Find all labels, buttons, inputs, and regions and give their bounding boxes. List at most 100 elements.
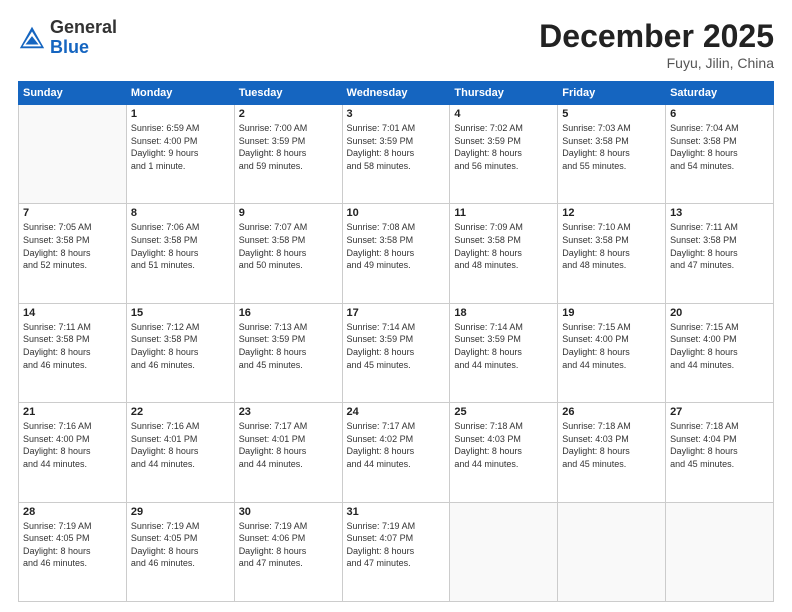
- title-block: December 2025 Fuyu, Jilin, China: [539, 18, 774, 71]
- day-info: Sunrise: 7:16 AMSunset: 4:01 PMDaylight:…: [131, 420, 230, 470]
- weekday-header-monday: Monday: [126, 82, 234, 105]
- day-cell: 8Sunrise: 7:06 AMSunset: 3:58 PMDaylight…: [126, 204, 234, 303]
- weekday-header-row: SundayMondayTuesdayWednesdayThursdayFrid…: [19, 82, 774, 105]
- day-cell: 21 Sunrise: 7:16 AMSunset: 4:00 PMDayligh…: [19, 403, 127, 502]
- day-cell: 9 Sunrise: 7:07 AMSunset: 3:58 PMDaylight…: [234, 204, 342, 303]
- calendar-table: SundayMondayTuesdayWednesdayThursdayFrid…: [18, 81, 774, 602]
- week-row-5: 28 Sunrise: 7:19 AMSunset: 4:05 PMDayligh…: [19, 502, 774, 601]
- day-cell: 23Sunrise: 7:17 AMSunset: 4:01 PMDayligh…: [234, 403, 342, 502]
- day-number: 6: [670, 108, 769, 120]
- day-info: Sunrise: 7:10 AMSunset: 3:58 PMDaylight:…: [562, 221, 661, 271]
- day-number: 30: [239, 506, 338, 518]
- day-info: Sunrise: 7:18 AMSunset: 4:04 PMDaylight:…: [670, 420, 769, 470]
- day-info: Sunrise: 7:15 AMSunset: 4:00 PMDaylight:…: [670, 321, 769, 371]
- day-info: Sunrise: 7:19 AMSunset: 4:05 PMDaylight:…: [131, 520, 230, 570]
- day-cell: [558, 502, 666, 601]
- day-number: 15: [131, 307, 230, 319]
- day-info: Sunrise: 7:09 AMSunset: 3:58 PMDaylight:…: [454, 221, 553, 271]
- day-number: 23: [239, 406, 338, 418]
- day-number: 3: [347, 108, 446, 120]
- day-cell: [666, 502, 774, 601]
- day-cell: 30 Sunrise: 7:19 AMSunset: 4:06 PMDayligh…: [234, 502, 342, 601]
- day-info: Sunrise: 7:04 AMSunset: 3:58 PMDaylight:…: [670, 122, 769, 172]
- day-cell: 7 Sunrise: 7:05 AMSunset: 3:58 PMDaylight…: [19, 204, 127, 303]
- day-number: 22: [131, 406, 230, 418]
- day-cell: 6 Sunrise: 7:04 AMSunset: 3:58 PMDaylight…: [666, 105, 774, 204]
- day-info: Sunrise: 7:18 AMSunset: 4:03 PMDaylight:…: [454, 420, 553, 470]
- day-number: 10: [347, 207, 446, 219]
- day-number: 16: [239, 307, 338, 319]
- day-info: Sunrise: 7:14 AMSunset: 3:59 PMDaylight:…: [454, 321, 553, 371]
- day-cell: 19 Sunrise: 7:15 AMSunset: 4:00 PMDayligh…: [558, 303, 666, 402]
- day-number: 14: [23, 307, 122, 319]
- day-number: 2: [239, 108, 338, 120]
- day-cell: 10Sunrise: 7:08 AMSunset: 3:58 PMDayligh…: [342, 204, 450, 303]
- month-title: December 2025: [539, 18, 774, 55]
- day-number: 28: [23, 506, 122, 518]
- day-info: Sunrise: 6:59 AMSunset: 4:00 PMDaylight:…: [131, 122, 230, 172]
- day-info: Sunrise: 7:01 AMSunset: 3:59 PMDaylight:…: [347, 122, 446, 172]
- weekday-header-sunday: Sunday: [19, 82, 127, 105]
- day-info: Sunrise: 7:02 AMSunset: 3:59 PMDaylight:…: [454, 122, 553, 172]
- day-cell: 5Sunrise: 7:03 AMSunset: 3:58 PMDaylight…: [558, 105, 666, 204]
- location: Fuyu, Jilin, China: [539, 55, 774, 71]
- day-info: Sunrise: 7:00 AMSunset: 3:59 PMDaylight:…: [239, 122, 338, 172]
- day-number: 20: [670, 307, 769, 319]
- day-number: 27: [670, 406, 769, 418]
- logo-icon: [18, 24, 46, 52]
- day-info: Sunrise: 7:05 AMSunset: 3:58 PMDaylight:…: [23, 221, 122, 271]
- weekday-header-friday: Friday: [558, 82, 666, 105]
- day-cell: 4Sunrise: 7:02 AMSunset: 3:59 PMDaylight…: [450, 105, 558, 204]
- day-info: Sunrise: 7:19 AMSunset: 4:07 PMDaylight:…: [347, 520, 446, 570]
- logo-general-text: General: [50, 17, 117, 37]
- day-number: 24: [347, 406, 446, 418]
- week-row-2: 7 Sunrise: 7:05 AMSunset: 3:58 PMDaylight…: [19, 204, 774, 303]
- day-cell: 20 Sunrise: 7:15 AMSunset: 4:00 PMDayligh…: [666, 303, 774, 402]
- day-cell: 24 Sunrise: 7:17 AMSunset: 4:02 PMDayligh…: [342, 403, 450, 502]
- page: General Blue December 2025 Fuyu, Jilin, …: [0, 0, 792, 612]
- day-number: 11: [454, 207, 553, 219]
- day-info: Sunrise: 7:19 AMSunset: 4:06 PMDaylight:…: [239, 520, 338, 570]
- day-number: 17: [347, 307, 446, 319]
- day-cell: [450, 502, 558, 601]
- day-number: 1: [131, 108, 230, 120]
- day-number: 13: [670, 207, 769, 219]
- day-number: 26: [562, 406, 661, 418]
- day-cell: 13 Sunrise: 7:11 AMSunset: 3:58 PMDayligh…: [666, 204, 774, 303]
- day-info: Sunrise: 7:17 AMSunset: 4:02 PMDaylight:…: [347, 420, 446, 470]
- day-info: Sunrise: 7:11 AMSunset: 3:58 PMDaylight:…: [23, 321, 122, 371]
- day-cell: [19, 105, 127, 204]
- day-cell: 14 Sunrise: 7:11 AMSunset: 3:58 PMDayligh…: [19, 303, 127, 402]
- day-number: 12: [562, 207, 661, 219]
- day-cell: 15 Sunrise: 7:12 AMSunset: 3:58 PMDayligh…: [126, 303, 234, 402]
- day-cell: 28Sunrise: 7:19 AMSunset: 4:05 PMDayligh…: [19, 502, 127, 601]
- day-cell: 22 Sunrise: 7:16 AMSunset: 4:01 PMDayligh…: [126, 403, 234, 502]
- weekday-header-tuesday: Tuesday: [234, 82, 342, 105]
- day-cell: 17Sunrise: 7:14 AMSunset: 3:59 PMDayligh…: [342, 303, 450, 402]
- weekday-header-saturday: Saturday: [666, 82, 774, 105]
- day-cell: 16 Sunrise: 7:13 AMSunset: 3:59 PMDayligh…: [234, 303, 342, 402]
- week-row-4: 21 Sunrise: 7:16 AMSunset: 4:00 PMDayligh…: [19, 403, 774, 502]
- day-number: 9: [239, 207, 338, 219]
- day-info: Sunrise: 7:11 AMSunset: 3:58 PMDaylight:…: [670, 221, 769, 271]
- weekday-header-thursday: Thursday: [450, 82, 558, 105]
- day-cell: 3 Sunrise: 7:01 AMSunset: 3:59 PMDaylight…: [342, 105, 450, 204]
- logo-blue-text: Blue: [50, 37, 89, 57]
- day-cell: 12 Sunrise: 7:10 AMSunset: 3:58 PMDayligh…: [558, 204, 666, 303]
- logo: General Blue: [18, 18, 117, 58]
- day-info: Sunrise: 7:15 AMSunset: 4:00 PMDaylight:…: [562, 321, 661, 371]
- day-info: Sunrise: 7:13 AMSunset: 3:59 PMDaylight:…: [239, 321, 338, 371]
- day-number: 29: [131, 506, 230, 518]
- day-info: Sunrise: 7:07 AMSunset: 3:58 PMDaylight:…: [239, 221, 338, 271]
- day-cell: 27 Sunrise: 7:18 AMSunset: 4:04 PMDayligh…: [666, 403, 774, 502]
- day-cell: 31Sunrise: 7:19 AMSunset: 4:07 PMDayligh…: [342, 502, 450, 601]
- header: General Blue December 2025 Fuyu, Jilin, …: [18, 18, 774, 71]
- day-info: Sunrise: 7:16 AMSunset: 4:00 PMDaylight:…: [23, 420, 122, 470]
- day-info: Sunrise: 7:12 AMSunset: 3:58 PMDaylight:…: [131, 321, 230, 371]
- day-number: 7: [23, 207, 122, 219]
- day-number: 25: [454, 406, 553, 418]
- day-number: 21: [23, 406, 122, 418]
- day-number: 19: [562, 307, 661, 319]
- day-info: Sunrise: 7:06 AMSunset: 3:58 PMDaylight:…: [131, 221, 230, 271]
- day-cell: 25 Sunrise: 7:18 AMSunset: 4:03 PMDayligh…: [450, 403, 558, 502]
